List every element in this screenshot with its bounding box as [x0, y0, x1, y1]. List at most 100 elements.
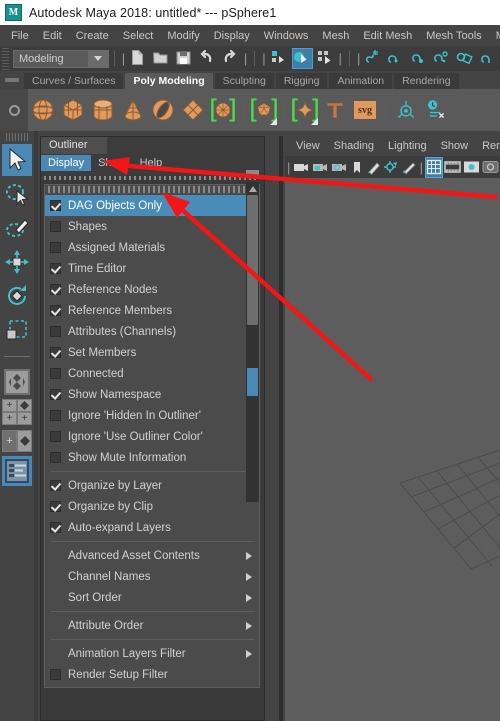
- outliner-tab[interactable]: Outliner: [41, 137, 107, 154]
- menu-item-select[interactable]: Select: [116, 28, 161, 44]
- grid-toggle-icon[interactable]: [425, 156, 443, 178]
- menu-item-render-setup-filter[interactable]: Render Setup Filter: [45, 664, 259, 685]
- checkbox-icon[interactable]: [50, 200, 61, 211]
- checkbox-icon[interactable]: [50, 410, 61, 421]
- checkbox-icon[interactable]: [50, 263, 61, 274]
- camera-lock-icon[interactable]: [312, 158, 329, 177]
- menu-tearoff-handle[interactable]: [48, 186, 256, 193]
- viewport-menu-view[interactable]: View: [289, 138, 327, 154]
- checkbox-icon[interactable]: [50, 522, 61, 533]
- resolution-gate-icon[interactable]: [463, 158, 480, 177]
- select-tool-button[interactable]: [2, 144, 32, 176]
- menu-item-edit[interactable]: Edit: [36, 28, 69, 44]
- polygon-torus-icon[interactable]: [149, 94, 177, 126]
- undo-icon[interactable]: [198, 49, 217, 68]
- checkbox-icon[interactable]: [50, 347, 61, 358]
- menu-item-show-namespace[interactable]: Show Namespace: [45, 384, 259, 405]
- viewport-menu-show[interactable]: Show: [434, 138, 476, 154]
- snap-projected-center-icon[interactable]: [433, 49, 452, 68]
- shelf-tab-rendering[interactable]: Rendering: [394, 73, 459, 89]
- menu-item-mesh-tools[interactable]: Mesh Tools: [419, 28, 488, 44]
- film-gate-icon[interactable]: [444, 158, 461, 177]
- checkbox-icon[interactable]: [50, 480, 61, 491]
- menu-item-channel-names[interactable]: Channel Names: [45, 566, 259, 587]
- menu-item-time-editor[interactable]: Time Editor: [45, 258, 259, 279]
- outliner-tearoff-grip[interactable]: [44, 176, 258, 180]
- snap-curve-icon[interactable]: [387, 49, 406, 68]
- outliner-menu-show[interactable]: Show: [91, 155, 133, 171]
- toolbox-grip[interactable]: [6, 133, 28, 141]
- checkbox-icon[interactable]: [50, 452, 61, 463]
- menu-item-animation-layers-filter[interactable]: Animation Layers Filter: [45, 643, 259, 664]
- snap-last-icon[interactable]: [479, 49, 498, 68]
- text-tool-icon[interactable]: [321, 94, 349, 126]
- viewport-menu-ren[interactable]: Ren: [475, 138, 500, 154]
- menu-item-mesh[interactable]: Mesh: [489, 28, 500, 44]
- scale-tool-button[interactable]: [2, 314, 32, 346]
- menu-item-shapes[interactable]: Shapes: [45, 216, 259, 237]
- checkbox-icon[interactable]: [50, 368, 61, 379]
- shelf-tab-poly-modeling[interactable]: Poly Modeling: [125, 73, 213, 89]
- shelf-tab-rigging[interactable]: Rigging: [275, 73, 328, 89]
- two-pane-layout-button[interactable]: +: [2, 430, 32, 452]
- polygon-cube-icon[interactable]: [59, 94, 87, 126]
- checkbox-icon[interactable]: [50, 305, 61, 316]
- menu-item-display[interactable]: Display: [207, 28, 257, 44]
- menu-set-dropdown-arrow[interactable]: [87, 50, 108, 67]
- menu-item-attributes-channels[interactable]: Attributes (Channels): [45, 321, 259, 342]
- sculpt-target-icon[interactable]: [392, 94, 420, 126]
- shelf-options-button[interactable]: [0, 89, 28, 131]
- menu-item-organize-by-clip[interactable]: Organize by Clip: [45, 496, 259, 517]
- menu-set-selector[interactable]: Modeling: [12, 49, 109, 68]
- bookmark-icon[interactable]: [350, 158, 362, 177]
- menu-item-set-members[interactable]: Set Members: [45, 342, 259, 363]
- four-pane-layout-button[interactable]: + + +: [2, 399, 32, 425]
- move-tool-button[interactable]: [2, 246, 32, 278]
- checkbox-icon[interactable]: [50, 326, 61, 337]
- shelf-tab-sculpting[interactable]: Sculpting: [214, 73, 274, 89]
- redo-icon[interactable]: [221, 49, 240, 68]
- menu-item-mesh[interactable]: Mesh: [315, 28, 356, 44]
- checkbox-icon[interactable]: [50, 431, 61, 442]
- status-line-grip[interactable]: [2, 47, 9, 70]
- snap-point-icon[interactable]: [410, 49, 429, 68]
- gate-mask-icon[interactable]: [482, 158, 499, 177]
- new-scene-icon[interactable]: [129, 49, 148, 68]
- menu-item-assigned-materials[interactable]: Assigned Materials: [45, 237, 259, 258]
- polygon-platonic-icon[interactable]: [ ]: [249, 94, 279, 126]
- viewport-menu-lighting[interactable]: Lighting: [381, 138, 434, 154]
- menu-item-connected[interactable]: Connected: [45, 363, 259, 384]
- menu-item-file[interactable]: File: [4, 28, 36, 44]
- checkbox-icon[interactable]: [50, 501, 61, 512]
- menu-item-edit-mesh[interactable]: Edit Mesh: [356, 28, 419, 44]
- menu-item-attribute-order[interactable]: Attribute Order: [45, 615, 259, 636]
- outliner-persp-layout-button[interactable]: [2, 456, 32, 486]
- menu-item-advanced-asset-contents[interactable]: Advanced Asset Contents: [45, 545, 259, 566]
- camera-attributes-icon[interactable]: [331, 158, 348, 177]
- polygon-soft-icon[interactable]: [ ]: [290, 94, 320, 126]
- polygon-cylinder-icon[interactable]: [89, 94, 117, 126]
- checkbox-icon[interactable]: [50, 242, 61, 253]
- outliner-scrollbar[interactable]: [246, 170, 259, 502]
- rotate-tool-button[interactable]: [2, 280, 32, 312]
- image-plane-icon[interactable]: [383, 158, 399, 177]
- menu-item-dag-objects-only[interactable]: DAG Objects Only: [45, 195, 259, 216]
- menu-item-create[interactable]: Create: [69, 28, 116, 44]
- polygon-cone-icon[interactable]: [119, 94, 147, 126]
- menu-item-sort-order[interactable]: Sort Order: [45, 587, 259, 608]
- checkbox-icon[interactable]: [50, 669, 61, 680]
- menu-item-ignore-use-outliner-color[interactable]: Ignore 'Use Outliner Color': [45, 426, 259, 447]
- menu-item-reference-members[interactable]: Reference Members: [45, 300, 259, 321]
- menu-item-reference-nodes[interactable]: Reference Nodes: [45, 279, 259, 300]
- viewport-canvas[interactable]: [285, 178, 500, 721]
- outliner-menu-display[interactable]: Display: [41, 155, 92, 171]
- select-object-icon[interactable]: [291, 48, 313, 69]
- select-hierarchy-icon[interactable]: [270, 49, 289, 68]
- polygon-primitives-icon[interactable]: [ ]: [209, 94, 237, 126]
- snap-view-plane-icon[interactable]: [456, 49, 475, 68]
- shelf-tab-animation[interactable]: Animation: [329, 73, 393, 89]
- checkbox-icon[interactable]: [50, 284, 61, 295]
- menu-item-organize-by-layer[interactable]: Organize by Layer: [45, 475, 259, 496]
- shelf-tab-curves-surfaces[interactable]: Curves / Surfaces: [24, 73, 124, 89]
- time-editor-icon[interactable]: [422, 94, 450, 126]
